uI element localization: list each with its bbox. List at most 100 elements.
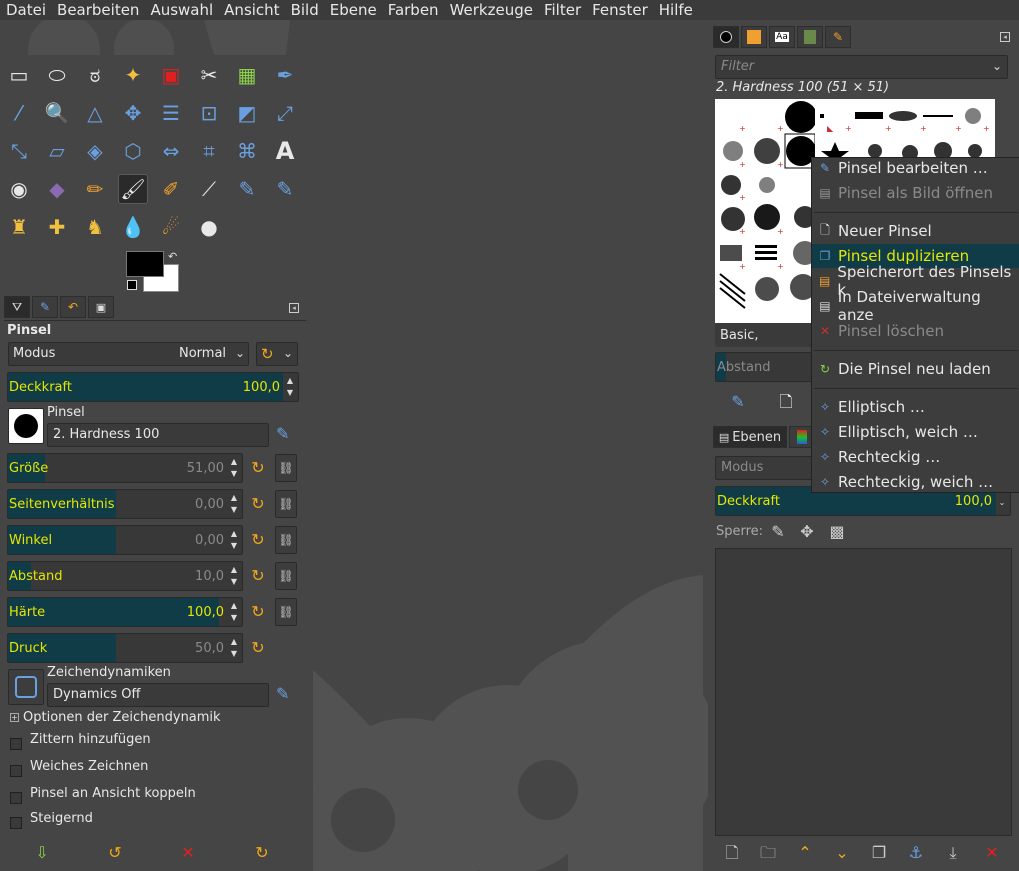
spin-arrows-icon[interactable]: ▲ ▼ xyxy=(228,492,240,516)
checkbox[interactable] xyxy=(10,817,22,829)
swap-colors-icon[interactable]: ↶ xyxy=(168,250,177,263)
context-menu-item-5[interactable]: ▤ In Dateiverwaltung anze xyxy=(812,288,1019,324)
tool-airbrush[interactable]: ⟋ xyxy=(194,174,224,204)
reset-icon[interactable]: ↻ xyxy=(248,494,268,514)
tool-crop[interactable]: ⊡ xyxy=(194,98,224,128)
reset-options-icon[interactable]: ↻ xyxy=(252,843,272,863)
brush-filter-input[interactable]: Filter ⌄ xyxy=(715,55,1008,79)
delete-options-icon[interactable]: ✕ xyxy=(178,843,198,863)
menu-item-2[interactable]: Auswahl xyxy=(144,0,218,20)
context-menu-item-7[interactable]: ↻ Die Pinsel neu laden xyxy=(812,357,1019,381)
tool-perspective[interactable]: ◈ xyxy=(80,136,110,166)
link-to-dynamics-icon[interactable]: ⛓ xyxy=(275,562,297,590)
brush-spacing-slider[interactable]: Abstand xyxy=(715,352,815,382)
opacity-slider[interactable]: Deckkraft 100,0 ▲ ▼ xyxy=(7,372,299,402)
slider-3[interactable]: Abstand 10,0 ▲ ▼ xyxy=(7,561,243,591)
tool-gradient[interactable]: ◆ xyxy=(42,174,72,204)
spin-arrows-icon[interactable]: ▲ ▼ xyxy=(228,564,240,588)
tool-paintbrush[interactable]: 🖌 xyxy=(118,174,148,204)
tool-rect-select[interactable]: ▭ xyxy=(4,60,34,90)
checkbox-label[interactable]: Zittern hinzufügen xyxy=(30,732,151,747)
tool-scissors-select[interactable]: ✂ xyxy=(194,60,224,90)
tool-dodge-burn[interactable]: ● xyxy=(194,212,224,242)
link-to-dynamics-icon[interactable]: ⛓ xyxy=(275,454,297,482)
menu-item-4[interactable]: Bild xyxy=(285,0,324,20)
spin-arrows-icon[interactable]: ▲ ▼ xyxy=(228,636,240,660)
link-to-dynamics-icon[interactable]: ⛓ xyxy=(275,598,297,626)
save-options-icon[interactable]: ⇩ xyxy=(32,843,52,863)
tool-paths[interactable]: ✒ xyxy=(270,60,300,90)
menu-item-1[interactable]: Bearbeiten xyxy=(51,0,144,20)
checkbox[interactable] xyxy=(10,792,22,804)
tool-select-by-color[interactable]: ▣ xyxy=(156,60,186,90)
tab-tool-presets[interactable]: ✎ xyxy=(825,26,851,48)
brush-preview[interactable] xyxy=(8,408,44,444)
tool-scale[interactable]: ⤡ xyxy=(4,136,34,166)
tab-patterns[interactable] xyxy=(741,26,767,48)
brush-grid[interactable]: + + + + + + + + + xyxy=(715,99,815,323)
dynamics-options-expander[interactable]: Optionen der Zeichendynamik xyxy=(23,710,221,725)
reset-icon[interactable]: ↻ xyxy=(248,566,268,586)
menu-item-7[interactable]: Werkzeuge xyxy=(444,0,538,20)
menu-item-0[interactable]: Datei xyxy=(0,0,51,20)
lock-position-icon[interactable]: ✥ xyxy=(797,522,817,542)
menu-item-3[interactable]: Ansicht xyxy=(218,0,284,20)
context-menu-item-11[interactable]: ✧ Rechteckig, weich … xyxy=(812,470,1019,494)
tab-images[interactable]: ▣ xyxy=(88,296,114,318)
reset-icon[interactable]: ↻ xyxy=(248,530,268,550)
dynamics-preview[interactable] xyxy=(8,669,44,705)
tab-fonts[interactable]: Aa xyxy=(769,26,795,48)
tab-undo-history[interactable]: ↶ xyxy=(60,296,86,318)
tool-ink[interactable]: ✎ xyxy=(232,174,262,204)
configure-tab-icon[interactable]: ◂ xyxy=(289,303,299,313)
raise-layer-icon[interactable]: ⌃ xyxy=(795,843,815,863)
lock-pixels-icon[interactable]: ✎ xyxy=(768,522,788,542)
slider-0[interactable]: Größe 51,00 ▲ ▼ xyxy=(7,453,243,483)
layers-list[interactable] xyxy=(715,548,1012,836)
brush-tag-field[interactable]: Basic, xyxy=(715,323,815,347)
lock-alpha-icon[interactable]: ▩ xyxy=(827,522,847,542)
context-menu-item-9[interactable]: ✧ Elliptisch, weich … xyxy=(812,420,1019,444)
menu-item-8[interactable]: Filter xyxy=(538,0,586,20)
tool-eraser[interactable]: ✐ xyxy=(156,174,186,204)
tool-smudge[interactable]: ☄ xyxy=(156,212,186,242)
reset-icon[interactable]: ↻ xyxy=(248,458,268,478)
tool-clone[interactable]: ♜ xyxy=(4,212,34,242)
context-menu-item-10[interactable]: ✧ Rechteckig … xyxy=(812,445,1019,469)
checkbox-label[interactable]: Steigernd xyxy=(30,811,93,826)
checkbox-label[interactable]: Pinsel an Ansicht koppeln xyxy=(30,786,196,801)
merge-layer-icon[interactable]: ⤓ xyxy=(943,843,963,863)
checkbox-label[interactable]: Weiches Zeichnen xyxy=(30,759,148,774)
chevron-down-icon[interactable]: ⌄ xyxy=(996,497,1008,509)
default-colors-icon[interactable] xyxy=(127,280,137,290)
anchor-layer-icon[interactable]: ⚓ xyxy=(906,843,926,863)
tool-zoom[interactable]: 🔍 xyxy=(42,98,72,128)
spin-arrows-icon[interactable]: ▲ ▼ xyxy=(284,375,296,399)
link-to-dynamics-icon[interactable]: ⛓ xyxy=(275,490,297,518)
menu-item-6[interactable]: Farben xyxy=(382,0,444,20)
new-layer-group-icon[interactable]: 🗀 xyxy=(758,843,778,863)
edit-dynamics-icon[interactable]: ✎ xyxy=(276,684,289,703)
spin-arrows-icon[interactable]: ▲ ▼ xyxy=(228,528,240,552)
expander-icon[interactable]: + xyxy=(10,713,19,722)
tab-document-history[interactable] xyxy=(797,26,823,48)
edit-brush-icon[interactable]: ✎ xyxy=(728,392,748,412)
tool-blur[interactable]: 💧 xyxy=(118,212,148,242)
tool-text[interactable]: A xyxy=(270,136,300,166)
tab-tool-options[interactable]: ⛛ xyxy=(4,296,30,318)
canvas-area[interactable] xyxy=(308,20,708,871)
tab-brushes[interactable] xyxy=(713,26,739,48)
lower-layer-icon[interactable]: ⌄ xyxy=(832,843,852,863)
context-menu-item-8[interactable]: ✧ Elliptisch … xyxy=(812,395,1019,419)
tool-3d-transform[interactable]: ⬡ xyxy=(118,136,148,166)
tool-perspective-clone[interactable]: ♞ xyxy=(80,212,110,242)
brush-grid-right[interactable]: ◣ + + + + + xyxy=(815,99,995,159)
menu-item-10[interactable]: Hilfe xyxy=(653,0,698,20)
menu-item-9[interactable]: Fenster xyxy=(586,0,653,20)
reset-icon[interactable]: ↻ xyxy=(248,638,268,658)
mode-reset-button[interactable]: ↻ ⌄ xyxy=(256,342,298,366)
tool-warp-transform[interactable]: ⌘ xyxy=(232,136,262,166)
reset-icon[interactable]: ↻ xyxy=(248,602,268,622)
delete-layer-icon[interactable]: ✕ xyxy=(982,843,1002,863)
tool-align[interactable]: ☰ xyxy=(156,98,186,128)
